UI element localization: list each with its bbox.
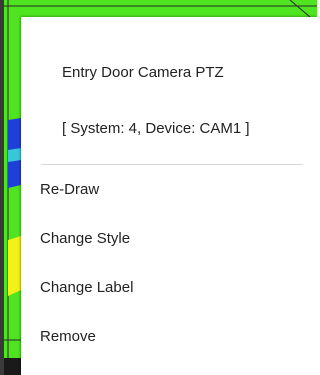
- menu-subtitle: [ System: 4, Device: CAM1 ]: [62, 120, 250, 137]
- menu-item-remove[interactable]: Remove: [21, 317, 317, 357]
- menu-title: Entry Door Camera PTZ: [62, 64, 224, 81]
- menu-divider: [41, 164, 303, 165]
- map-yellow-zone: [8, 236, 21, 296]
- screen: Entry Door Camera PTZ [ System: 4, Devic…: [0, 0, 317, 375]
- menu-item-change-label[interactable]: Change Label: [21, 268, 317, 308]
- map-cyan-zone: [8, 148, 21, 162]
- map-bottom-strip: [4, 358, 21, 375]
- menu-item-change-style[interactable]: Change Style: [21, 219, 317, 259]
- context-menu: Entry Door Camera PTZ [ System: 4, Devic…: [21, 17, 317, 375]
- menu-item-redraw[interactable]: Re-Draw: [21, 170, 317, 210]
